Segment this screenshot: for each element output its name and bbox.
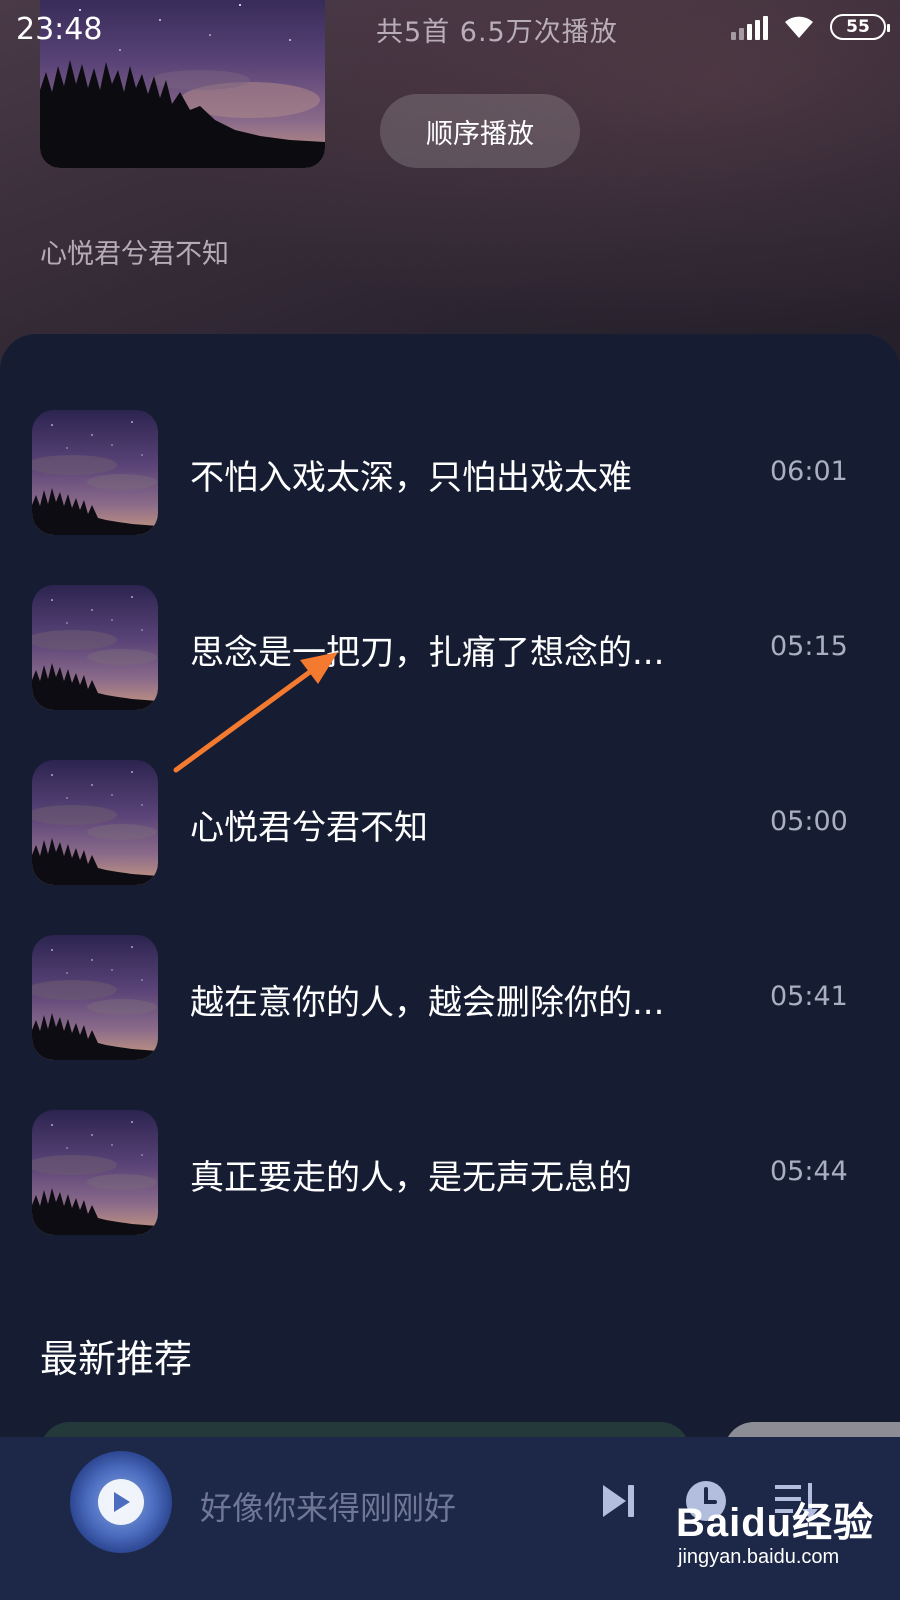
- track-row[interactable]: 真正要走的人，是无声无息的 05:44: [0, 1110, 900, 1235]
- track-list-card: 不怕入戏太深，只怕出戏太难 06:01 思念是一把刀，扎痛了想念的... 05:…: [0, 334, 900, 1600]
- status-bar: 23:48 55: [0, 0, 900, 60]
- play-icon[interactable]: [98, 1479, 144, 1525]
- track-thumbnail: [32, 760, 158, 885]
- recommend-section-title: 最新推荐: [40, 1337, 193, 1381]
- play-order-button[interactable]: 顺序播放: [380, 94, 580, 168]
- track-row[interactable]: 不怕入戏太深，只怕出戏太难 06:01: [0, 410, 900, 535]
- watermark-brand: Baidu经验: [676, 1501, 875, 1545]
- watermark-url: jingyan.baidu.com: [678, 1546, 840, 1568]
- track-duration: 05:41: [770, 981, 848, 1012]
- track-thumbnail: [32, 1110, 158, 1235]
- track-title: 不怕入戏太深，只怕出戏太难: [190, 458, 632, 498]
- wifi-icon: [785, 16, 813, 38]
- track-duration: 05:15: [770, 631, 848, 662]
- track-row[interactable]: 心悦君兮君不知 05:00: [0, 760, 900, 885]
- battery-level: 55: [846, 17, 870, 37]
- battery-icon: 55: [830, 14, 890, 40]
- baidu-watermark: Baidu经验 jingyan.baidu.com: [676, 1490, 896, 1590]
- track-title: 越在意你的人，越会删除你的...: [190, 983, 665, 1023]
- track-duration: 05:44: [770, 1156, 848, 1187]
- track-duration: 05:00: [770, 806, 848, 837]
- track-title: 真正要走的人，是无声无息的: [190, 1158, 632, 1198]
- signal-icon: [731, 14, 768, 40]
- now-playing-title: 好像你来得刚刚好: [200, 1489, 457, 1527]
- track-thumbnail: [32, 935, 158, 1060]
- track-duration: 06:01: [770, 456, 848, 487]
- track-thumbnail: [32, 585, 158, 710]
- track-row[interactable]: 思念是一把刀，扎痛了想念的... 05:15: [0, 585, 900, 710]
- track-thumbnail: [32, 410, 158, 535]
- now-playing-disc[interactable]: [70, 1451, 172, 1553]
- status-time: 23:48: [16, 12, 103, 47]
- track-title: 心悦君兮君不知: [190, 808, 428, 848]
- track-title: 思念是一把刀，扎痛了想念的...: [190, 633, 665, 673]
- track-row[interactable]: 越在意你的人，越会删除你的... 05:41: [0, 935, 900, 1060]
- playlist-description: 心悦君兮君不知: [40, 239, 229, 270]
- next-icon[interactable]: [594, 1477, 642, 1525]
